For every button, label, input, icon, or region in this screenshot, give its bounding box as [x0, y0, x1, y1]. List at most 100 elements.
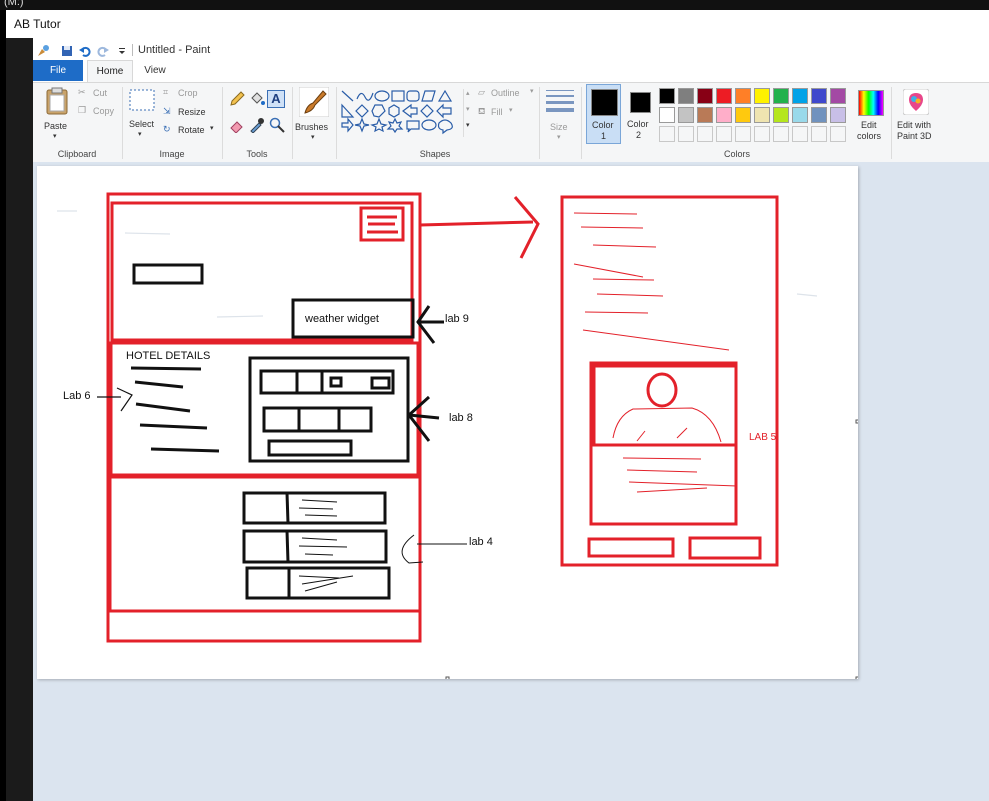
resize-button[interactable]: ⇲ Resize — [163, 106, 213, 120]
copy-button[interactable]: ❐ Copy — [78, 105, 118, 119]
save-icon[interactable] — [61, 45, 73, 57]
transition-arrow-head — [513, 196, 540, 259]
palette-swatch[interactable] — [830, 107, 846, 123]
customize-qat-icon[interactable] — [116, 45, 128, 57]
custom-color-slot[interactable] — [716, 126, 732, 142]
fill-dropdown-icon: ▾ — [509, 107, 513, 114]
hotel-details-underline — [130, 366, 202, 371]
resize-handle[interactable] — [445, 676, 450, 679]
pencil-icon[interactable] — [229, 91, 245, 107]
ribbon-separator — [539, 87, 540, 159]
custom-color-slot[interactable] — [678, 126, 694, 142]
palette-swatch[interactable] — [735, 88, 751, 104]
palette-swatch[interactable] — [659, 88, 675, 104]
palette-swatch[interactable] — [830, 88, 846, 104]
color1-swatch — [591, 89, 618, 116]
paste-button[interactable]: Paste ▾ — [39, 85, 75, 145]
palette-swatch[interactable] — [811, 88, 827, 104]
palette-swatch[interactable] — [754, 107, 770, 123]
transition-arrow-shaft — [419, 220, 534, 227]
crop-button[interactable]: ⌗ Crop — [163, 87, 211, 101]
text-line — [134, 380, 184, 389]
color-palette — [659, 86, 851, 144]
fill-icon: ⛾ — [478, 106, 486, 116]
palette-swatch[interactable] — [697, 88, 713, 104]
magnifier-icon[interactable] — [269, 117, 285, 133]
resize-handle[interactable] — [855, 676, 858, 679]
edit-colors-label-2: colors — [857, 131, 882, 141]
paint3d-icon — [903, 89, 929, 115]
ribbon-separator — [292, 87, 293, 159]
select-button[interactable]: Select ▾ — [126, 87, 158, 145]
fill-bucket-icon[interactable] — [249, 91, 265, 107]
color-picker-icon[interactable] — [249, 117, 265, 133]
custom-color-slot[interactable] — [697, 126, 713, 142]
custom-color-slot[interactable] — [792, 126, 808, 142]
logo-placeholder — [132, 263, 204, 285]
shapes-gallery[interactable] — [341, 89, 465, 137]
custom-color-slot[interactable] — [811, 126, 827, 142]
cut-label: Cut — [93, 88, 108, 98]
color1-button[interactable]: Color 1 — [586, 84, 621, 144]
edit-colors-button[interactable]: Edit colors — [853, 87, 889, 145]
crop-icon: ⌗ — [163, 87, 169, 97]
palette-swatch[interactable] — [792, 107, 808, 123]
palette-swatch[interactable] — [773, 88, 789, 104]
text-line — [139, 423, 208, 430]
viewer-left-margin — [6, 38, 33, 801]
profile-body-icon — [612, 407, 722, 443]
palette-swatch[interactable] — [811, 107, 827, 123]
scroll-up-icon: ▴ — [466, 90, 470, 97]
custom-color-slot[interactable] — [773, 126, 789, 142]
resize-handle[interactable] — [855, 419, 858, 424]
tab-home[interactable]: Home — [87, 60, 133, 82]
custom-color-slot[interactable] — [735, 126, 751, 142]
text-line — [150, 447, 220, 453]
palette-swatch[interactable] — [678, 107, 694, 123]
form-checkbox — [329, 376, 343, 388]
redo-icon[interactable] — [97, 45, 109, 57]
form-checkbox — [370, 376, 391, 390]
shapes-group-label: Shapes — [419, 149, 451, 159]
tab-view[interactable]: View — [137, 60, 173, 81]
line-size-icon — [546, 90, 574, 112]
custom-color-slot[interactable] — [659, 126, 675, 142]
edit-with-paint3d-button[interactable]: Edit with Paint 3D — [895, 87, 937, 145]
cut-button[interactable]: ✂ Cut — [78, 87, 118, 101]
image-group-label: Image — [159, 149, 185, 159]
palette-swatch[interactable] — [792, 88, 808, 104]
eraser-icon[interactable] — [229, 117, 245, 133]
fill-button[interactable]: ⛾ Fill ▾ — [478, 106, 522, 120]
rotate-button[interactable]: ↻ Rotate ▾ — [163, 124, 219, 138]
palette-swatch[interactable] — [716, 107, 732, 123]
wireframe-sketch — [57, 192, 858, 679]
palette-swatch[interactable] — [678, 88, 694, 104]
undo-icon[interactable] — [79, 45, 91, 57]
drawing-canvas[interactable]: weather widget lab 9 HOTEL DETAILS Lab 6… — [37, 166, 858, 679]
weather-widget-label: weather widget — [305, 313, 379, 325]
palette-swatch[interactable] — [659, 107, 675, 123]
color2-button[interactable]: Color 2 — [624, 87, 656, 145]
palette-swatch[interactable] — [735, 107, 751, 123]
profile-head-icon — [646, 372, 678, 408]
custom-color-slot[interactable] — [830, 126, 846, 142]
brushes-button[interactable]: Brushes ▾ — [295, 85, 335, 145]
outline-button[interactable]: ▱ Outline ▾ — [478, 87, 540, 101]
brush-icon — [299, 87, 329, 117]
shapes-scrollbar[interactable]: ▴ ▾ ▾ — [463, 89, 474, 137]
rotate-icon: ↻ — [163, 124, 171, 134]
list-card-divider — [285, 530, 290, 563]
palette-swatch[interactable] — [697, 107, 713, 123]
palette-swatch[interactable] — [754, 88, 770, 104]
outline-label: Outline — [491, 88, 520, 98]
text-tool-icon[interactable]: A — [267, 90, 285, 108]
color-spectrum-icon — [858, 90, 884, 116]
copy-label: Copy — [93, 106, 115, 116]
document-title: Untitled - Paint — [138, 44, 211, 56]
palette-swatch[interactable] — [716, 88, 732, 104]
size-button[interactable]: Size ▾ — [544, 87, 576, 145]
size-dropdown-icon: ▾ — [557, 134, 561, 141]
tab-file[interactable]: File — [33, 60, 83, 81]
custom-color-slot[interactable] — [754, 126, 770, 142]
palette-swatch[interactable] — [773, 107, 789, 123]
